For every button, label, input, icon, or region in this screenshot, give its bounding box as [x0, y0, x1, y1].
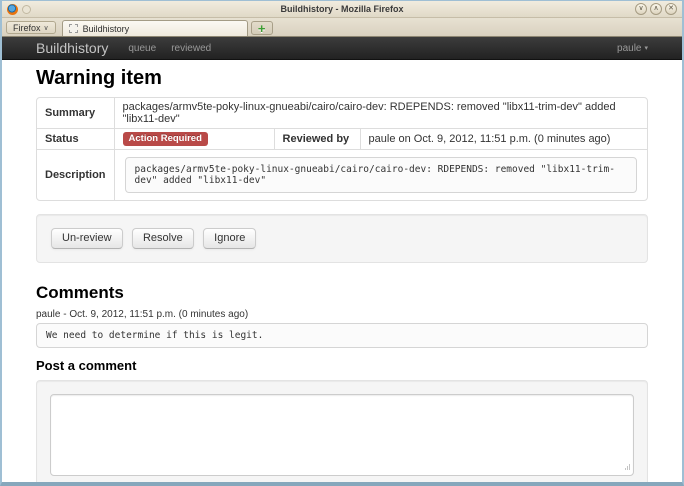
minimize-button[interactable]: ∨	[635, 3, 647, 15]
post-comment-well: Post	[36, 380, 648, 482]
post-comment-heading: Post a comment	[36, 358, 648, 373]
status-label: Status	[37, 128, 114, 149]
firefox-app-menu-button[interactable]: Firefox ∨	[6, 21, 56, 34]
window-title: Buildhistory - Mozilla Firefox	[2, 4, 682, 14]
caret-down-icon: ▾	[644, 44, 648, 52]
maximize-button[interactable]: ∧	[650, 3, 662, 15]
tab-favicon-placeholder-icon	[69, 24, 78, 33]
nav-link-queue[interactable]: queue	[128, 43, 156, 54]
actions-well: Un-review Resolve Ignore	[36, 214, 648, 263]
window-controls: ∨ ∧ ✕	[635, 3, 677, 15]
table-row-status: Status Action Required Reviewed by paule…	[37, 128, 647, 149]
table-row-description: Description packages/armv5te-poky-linux-…	[37, 149, 647, 200]
comments-heading: Comments	[36, 283, 648, 303]
warning-detail-table: Summary packages/armv5te-poky-linux-gnue…	[36, 97, 648, 201]
new-tab-button[interactable]: +	[251, 21, 273, 35]
page-viewport: Buildhistory queue reviewed paule ▾ Warn…	[2, 37, 682, 482]
app-navbar: Buildhistory queue reviewed paule ▾	[2, 37, 682, 60]
resolve-button[interactable]: Resolve	[132, 228, 194, 249]
chevron-down-icon: ∨	[44, 24, 49, 32]
unreview-button[interactable]: Un-review	[51, 228, 123, 249]
titlebar-dot-icon	[22, 5, 31, 14]
reviewed-by-label: Reviewed by	[274, 128, 360, 149]
textarea-wrap	[50, 394, 634, 476]
reviewed-by-value: paule on Oct. 9, 2012, 11:51 p.m. (0 min…	[360, 128, 647, 149]
description-label: Description	[37, 149, 114, 200]
comment-textarea[interactable]	[50, 394, 634, 476]
tab-buildhistory[interactable]: Buildhistory	[62, 20, 248, 36]
page-title: Warning item	[36, 67, 648, 90]
description-cell: packages/armv5te-poky-linux-gnueabi/cair…	[114, 149, 647, 200]
user-dropdown[interactable]: paule ▾	[617, 43, 648, 54]
plus-icon: +	[258, 22, 266, 35]
comment-meta: paule - Oct. 9, 2012, 11:51 p.m. (0 minu…	[36, 309, 648, 320]
close-button[interactable]: ✕	[665, 3, 677, 15]
description-code: packages/armv5te-poky-linux-gnueabi/cair…	[125, 157, 637, 193]
browser-window: Buildhistory - Mozilla Firefox ∨ ∧ ✕ Fir…	[0, 0, 684, 486]
main-content: Warning item Summary packages/armv5te-po…	[36, 60, 648, 482]
summary-value: packages/armv5te-poky-linux-gnueabi/cair…	[114, 98, 647, 128]
nav-link-reviewed[interactable]: reviewed	[171, 43, 211, 54]
comment-body: We need to determine if this is legit.	[36, 323, 648, 348]
user-name: paule	[617, 43, 641, 54]
firefox-app-menu-label: Firefox	[13, 23, 41, 33]
comment-item: paule - Oct. 9, 2012, 11:51 p.m. (0 minu…	[36, 309, 648, 348]
tab-title: Buildhistory	[83, 24, 130, 34]
status-cell: Action Required	[114, 128, 274, 149]
titlebar: Buildhistory - Mozilla Firefox ∨ ∧ ✕	[2, 1, 682, 18]
summary-label: Summary	[37, 98, 114, 128]
ignore-button[interactable]: Ignore	[203, 228, 256, 249]
navbar-inner: Buildhistory queue reviewed paule ▾	[36, 37, 648, 59]
firefox-logo-icon	[7, 4, 18, 15]
table-row-summary: Summary packages/armv5te-poky-linux-gnue…	[37, 98, 647, 128]
tab-bar: Firefox ∨ Buildhistory +	[2, 18, 682, 37]
navbar-brand[interactable]: Buildhistory	[36, 40, 108, 56]
status-badge: Action Required	[123, 132, 208, 146]
